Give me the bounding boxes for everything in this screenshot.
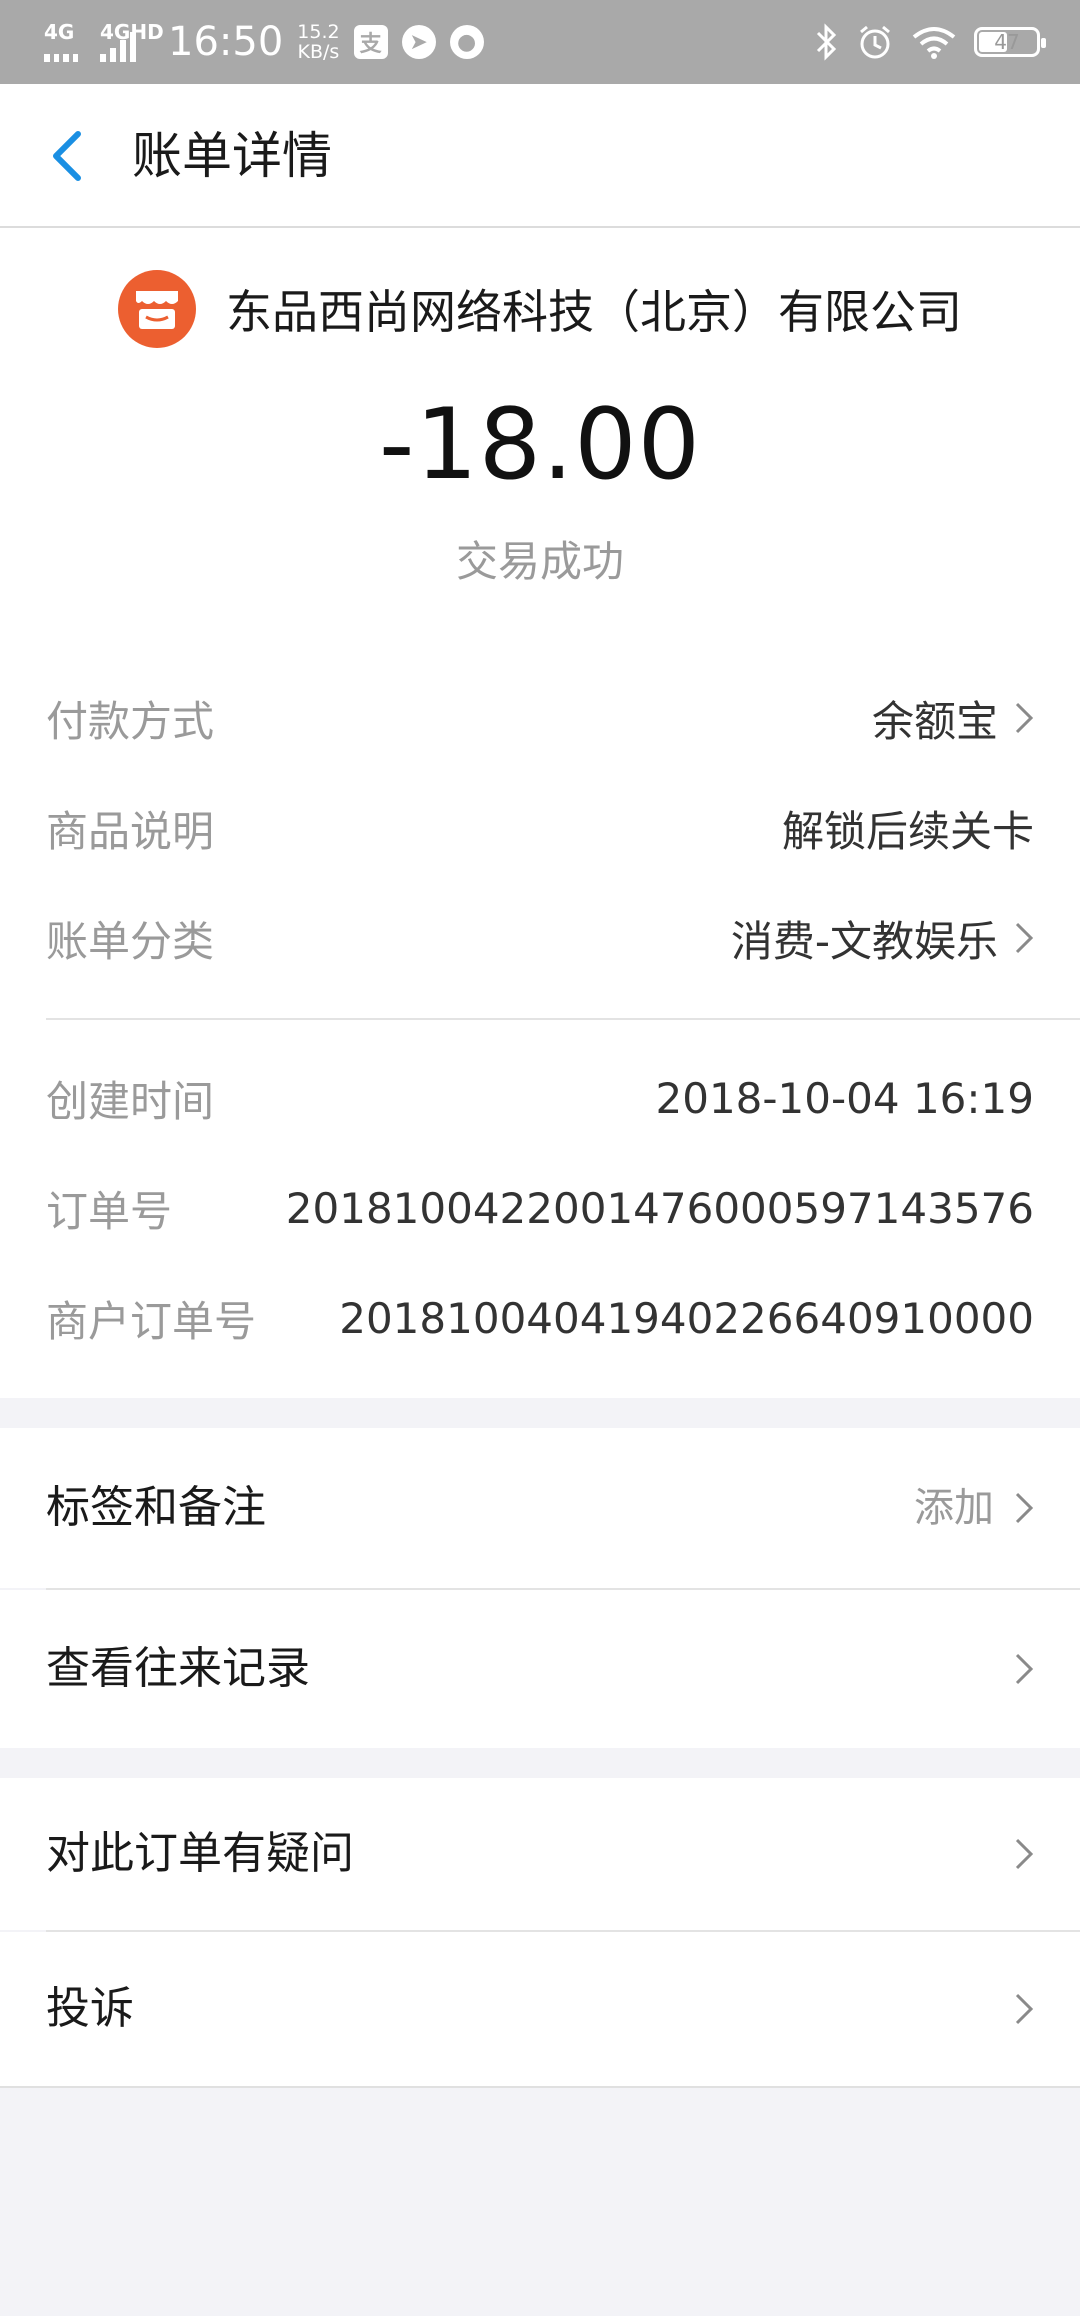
tags-notes-item[interactable]: 标签和备注 添加 bbox=[0, 1428, 1080, 1588]
bill-detail-card: 东品西尚网络科技（北京）有限公司 -18.00 交易成功 付款方式 余额宝 商品… bbox=[0, 228, 1080, 1398]
merchant-name: 东品西尚网络科技（北京）有限公司 bbox=[226, 285, 962, 339]
chevron-right-icon bbox=[1015, 1492, 1034, 1524]
merchant-header: 东品西尚网络科技（北京）有限公司 bbox=[0, 270, 1080, 348]
compass-notification-icon: ➤ bbox=[401, 25, 436, 59]
chevron-right-icon bbox=[1015, 702, 1034, 734]
network-speed: 15.2 KB/s bbox=[297, 21, 340, 63]
wechat-notification-icon: ● bbox=[449, 25, 484, 59]
store-icon bbox=[118, 270, 196, 348]
back-arrow-icon[interactable] bbox=[40, 122, 100, 190]
chevron-right-icon bbox=[1015, 1838, 1034, 1870]
transaction-amount: -18.00 bbox=[379, 388, 701, 502]
divider bbox=[46, 1018, 1080, 1020]
page-title: 账单详情 bbox=[132, 127, 332, 185]
merchant-order-number-row: 商户订单号 20181004041940226640910000 bbox=[46, 1293, 1034, 1346]
status-time: 16:50 bbox=[168, 19, 284, 65]
nav-bar: 账单详情 bbox=[0, 84, 1080, 228]
alipay-notification-icon: 支 bbox=[353, 25, 388, 59]
complaint-item[interactable]: 投诉 bbox=[0, 1932, 1080, 2086]
created-time-row: 创建时间 2018-10-04 16:19 bbox=[46, 1073, 1034, 1126]
chevron-right-icon bbox=[1015, 1653, 1034, 1685]
payment-method-row[interactable]: 付款方式 余额宝 bbox=[46, 688, 1034, 748]
signal-icon: 4G bbox=[44, 22, 78, 62]
bill-category-row[interactable]: 账单分类 消费-文教娱乐 bbox=[46, 908, 1034, 968]
status-bar: 4G 4GHD 16:50 15.2 KB/s 支 ➤ ● 47 bbox=[0, 0, 1080, 84]
bottom-border bbox=[0, 2086, 1080, 2088]
network-label: 4G bbox=[44, 20, 75, 44]
order-number-row: 订单号 2018100422001476000597143576 bbox=[46, 1183, 1034, 1236]
bluetooth-icon bbox=[816, 23, 837, 61]
product-description-row: 商品说明 解锁后续关卡 bbox=[46, 806, 1034, 856]
order-question-item[interactable]: 对此订单有疑问 bbox=[0, 1778, 1080, 1930]
transaction-status: 交易成功 bbox=[455, 537, 624, 586]
chevron-right-icon bbox=[1015, 922, 1034, 954]
view-history-item[interactable]: 查看往来记录 bbox=[0, 1590, 1080, 1748]
battery-icon: 47 bbox=[974, 27, 1046, 57]
alarm-icon bbox=[860, 25, 890, 59]
wifi-icon bbox=[912, 27, 956, 59]
chevron-right-icon bbox=[1015, 1993, 1034, 2025]
add-hint: 添加 bbox=[914, 1485, 994, 1531]
signal-icon-2: 4GHD bbox=[100, 22, 164, 62]
network-label-2: 4GHD bbox=[100, 20, 164, 44]
